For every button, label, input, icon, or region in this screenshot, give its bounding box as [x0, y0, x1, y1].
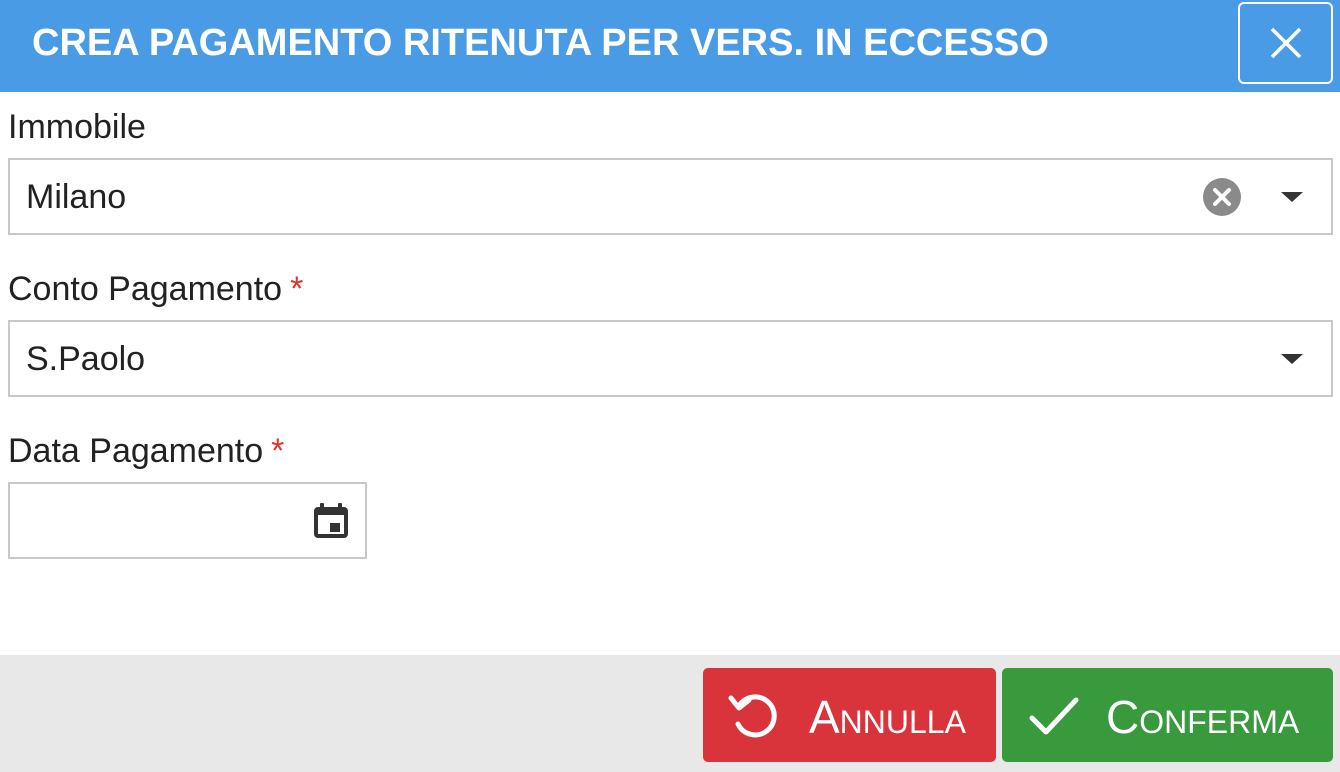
dialog-header: CREA PAGAMENTO RITENUTA PER VERS. IN ECC…	[0, 0, 1340, 92]
dialog-title: CREA PAGAMENTO RITENUTA PER VERS. IN ECC…	[32, 22, 1049, 64]
required-mark: *	[271, 432, 285, 470]
undo-icon	[728, 694, 777, 738]
cancel-label: Annulla	[809, 691, 966, 743]
chevron-down-icon[interactable]	[1281, 192, 1303, 202]
clear-icon[interactable]	[1203, 178, 1241, 216]
dialog-footer: Annulla Conferma	[0, 655, 1340, 772]
close-icon	[1270, 27, 1301, 59]
cancel-button[interactable]: Annulla	[703, 668, 996, 762]
confirm-button[interactable]: Conferma	[1002, 668, 1333, 762]
calendar-icon[interactable]	[312, 502, 350, 540]
chevron-down-icon[interactable]	[1281, 354, 1303, 364]
data-label: Data Pagamento *	[8, 432, 284, 471]
conto-label: Conto Pagamento *	[8, 270, 303, 309]
date-field[interactable]	[8, 482, 367, 559]
check-icon	[1029, 697, 1079, 735]
immobile-select[interactable]: Milano	[8, 158, 1333, 235]
conto-select[interactable]: S.Paolo	[8, 320, 1333, 397]
required-mark: *	[290, 270, 304, 308]
immobile-label-text: Immobile	[8, 108, 146, 146]
immobile-value: Milano	[26, 178, 127, 216]
confirm-label: Conferma	[1106, 691, 1300, 743]
immobile-label: Immobile	[8, 108, 146, 147]
dialog: CREA PAGAMENTO RITENUTA PER VERS. IN ECC…	[0, 0, 1340, 772]
close-button[interactable]	[1238, 2, 1333, 84]
conto-value: S.Paolo	[26, 340, 146, 378]
data-label-text: Data Pagamento	[8, 432, 264, 470]
conto-label-text: Conto Pagamento	[8, 270, 283, 308]
